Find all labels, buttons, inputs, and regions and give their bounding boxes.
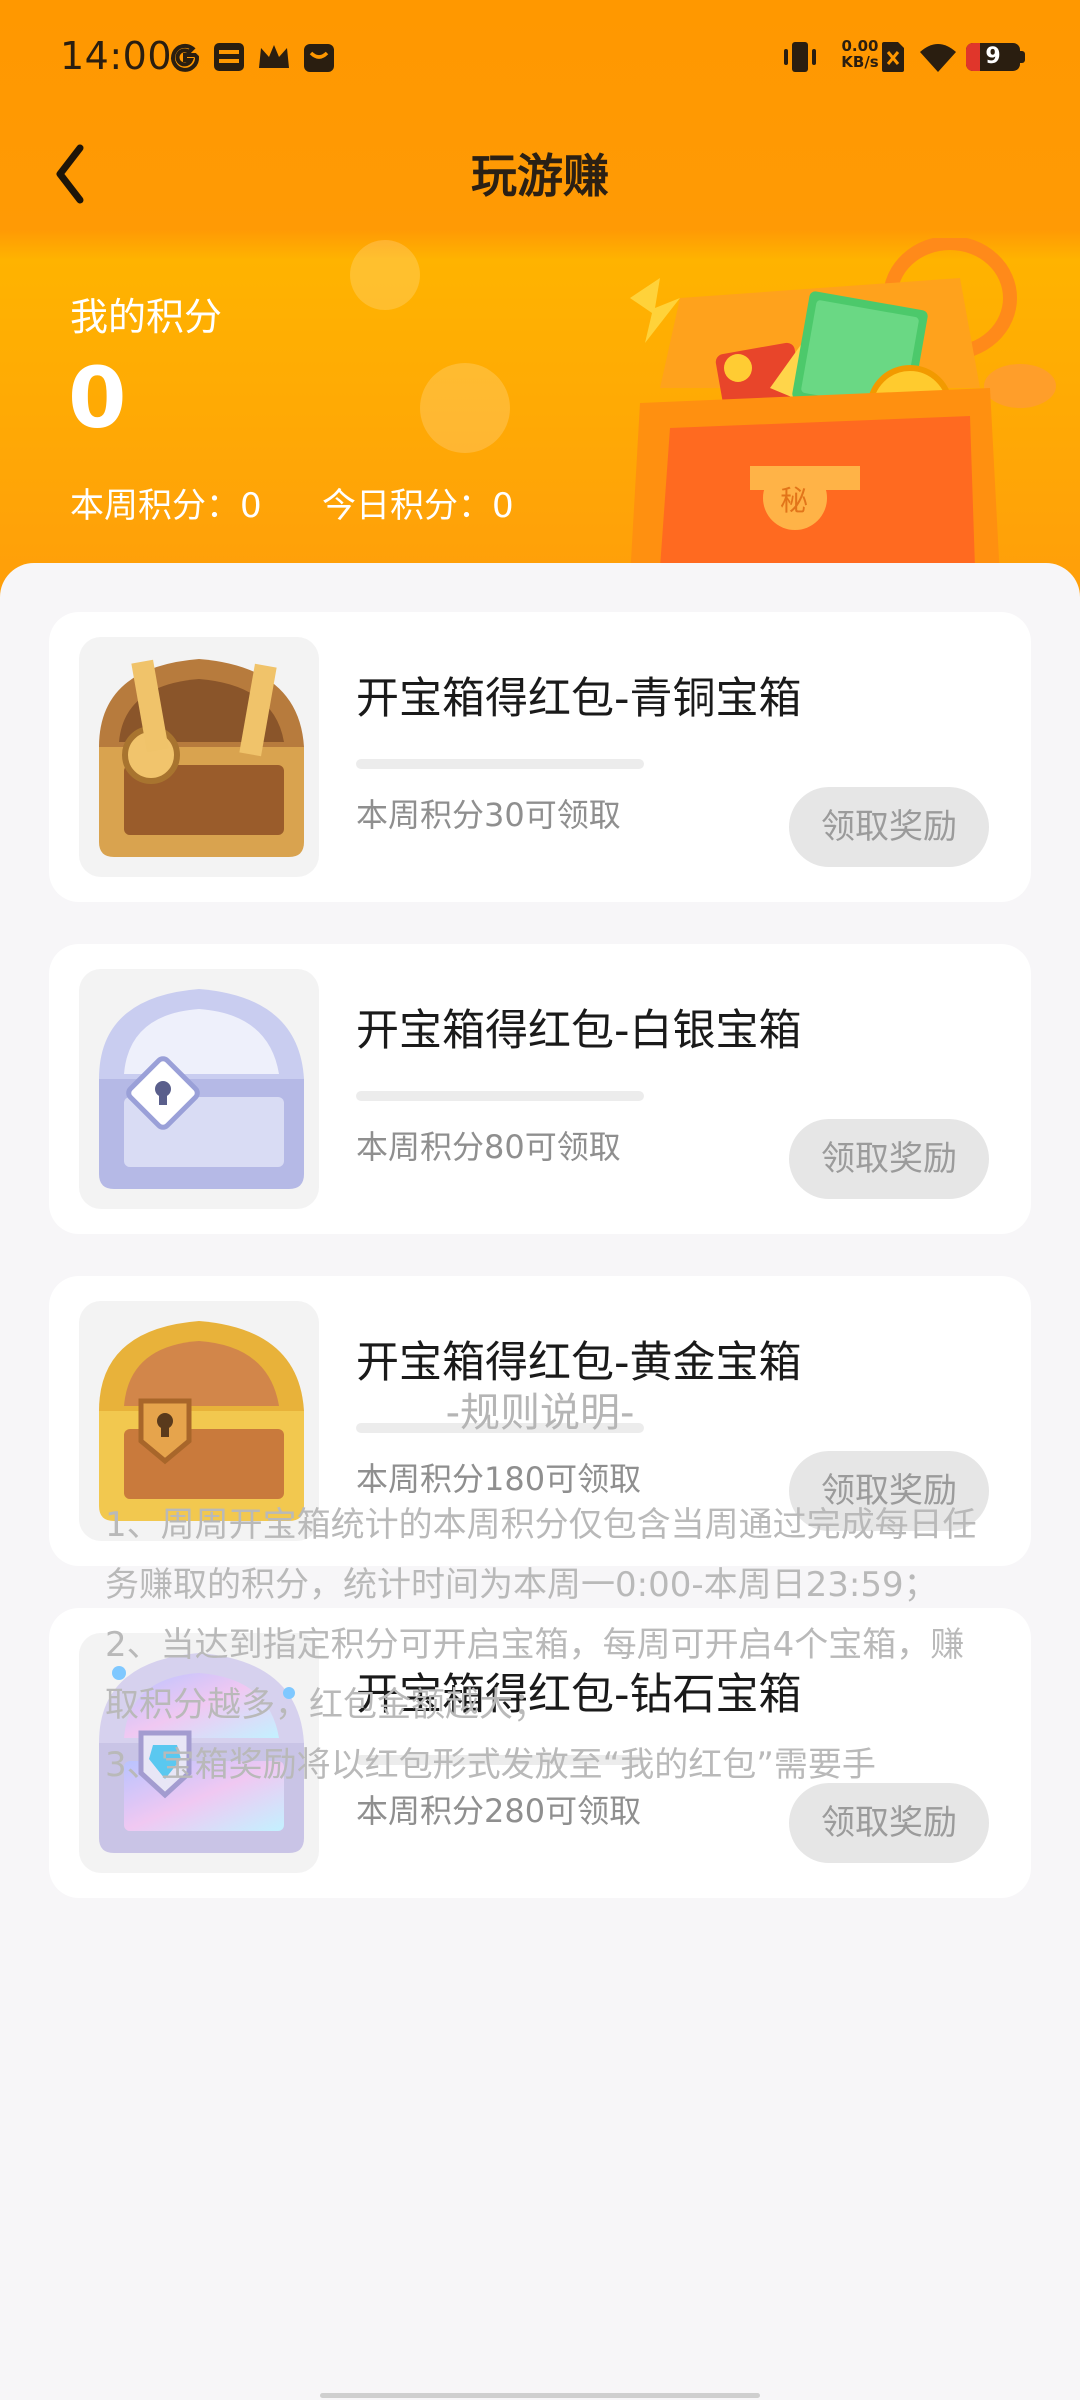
- claim-reward-button[interactable]: 领取奖励: [789, 1783, 989, 1863]
- wifi-icon: [920, 44, 956, 72]
- home-indicator[interactable]: [320, 2393, 760, 2398]
- card-hint: 本周积分30可领取: [356, 796, 621, 834]
- crown-icon: [259, 45, 289, 68]
- reward-card-silver: 开宝箱得红包-白银宝箱 本周积分80可领取 领取奖励: [49, 944, 1031, 1234]
- wallet-icon: [214, 43, 244, 71]
- card-thumbnail: [79, 969, 319, 1209]
- silver-chest-icon: [99, 989, 304, 1189]
- daily-points-label: 今日积分：: [322, 486, 492, 526]
- weekly-points-value: 0: [240, 486, 262, 526]
- weekly-points-label: 本周积分：: [70, 486, 240, 526]
- card-title: 开宝箱得红包-白银宝箱: [356, 1006, 802, 1056]
- card-title: 开宝箱得红包-青铜宝箱: [356, 674, 802, 724]
- rules-text: 1、周周开宝箱统计的本周积分仅包含当周通过完成每日任务赚取的积分，统计时间为本周…: [105, 1495, 985, 1795]
- progress-bar: [356, 759, 644, 769]
- rule-item: 3、宝箱奖励将以红包形式发放至“我的红包”需要手: [105, 1745, 876, 1785]
- nav-bar: 玩游赚: [0, 118, 1080, 228]
- reward-card-bronze: 开宝箱得红包-青铜宝箱 本周积分30可领取 领取奖励: [49, 612, 1031, 902]
- claim-reward-button[interactable]: 领取奖励: [789, 1119, 989, 1199]
- card-hint: 本周积分180可领取: [356, 1460, 642, 1498]
- rules-title: -规则说明-: [445, 1390, 635, 1436]
- progress-bar: [356, 1091, 644, 1101]
- vibrate-icon: [784, 42, 816, 72]
- my-points-value: 0: [68, 349, 127, 447]
- battery-tip: [1020, 51, 1025, 63]
- rule-item: 1、周周开宝箱统计的本周积分仅包含当周通过完成每日任务赚取的积分，统计时间为本周…: [105, 1505, 977, 1605]
- decor-coin: [420, 363, 510, 453]
- card-hint: 本周积分80可领取: [356, 1128, 621, 1166]
- points-hero: 我的积分 0 本周积分：0 今日积分：0 ¥ 秘: [0, 228, 1080, 608]
- my-points-label: 我的积分: [70, 295, 223, 339]
- daily-points: 今日积分：0: [322, 478, 514, 527]
- battery-percent: 9: [985, 44, 1001, 69]
- treasure-chest-illustration: ¥ 秘: [630, 238, 1056, 578]
- status-bar: 14:00 0.00 KB/s 9: [0, 0, 1080, 118]
- page-title: 玩游赚: [471, 149, 609, 203]
- battery-icon: 9: [966, 43, 1020, 71]
- decor-coin: [350, 240, 420, 310]
- claim-reward-button[interactable]: 领取奖励: [789, 787, 989, 867]
- no-sim-icon: [882, 42, 904, 72]
- daily-points-value: 0: [492, 486, 514, 526]
- card-thumbnail: [79, 637, 319, 877]
- weekly-points: 本周积分：0: [70, 478, 262, 527]
- rule-item: 2、当达到指定积分可开启宝箱，每周可开启4个宝箱，赚取积分越多，红包金额越大；: [105, 1625, 965, 1725]
- bronze-chest-icon: [99, 659, 304, 857]
- content-panel: 开宝箱得红包-青铜宝箱 本周积分30可领取 领取奖励 开宝箱得红包-白银宝箱 本…: [0, 563, 1080, 2400]
- briefcase-icon: [304, 44, 334, 72]
- svg-text:秘: 秘: [780, 484, 808, 517]
- status-time: 14:00: [60, 34, 173, 78]
- google-g-icon: [171, 43, 200, 72]
